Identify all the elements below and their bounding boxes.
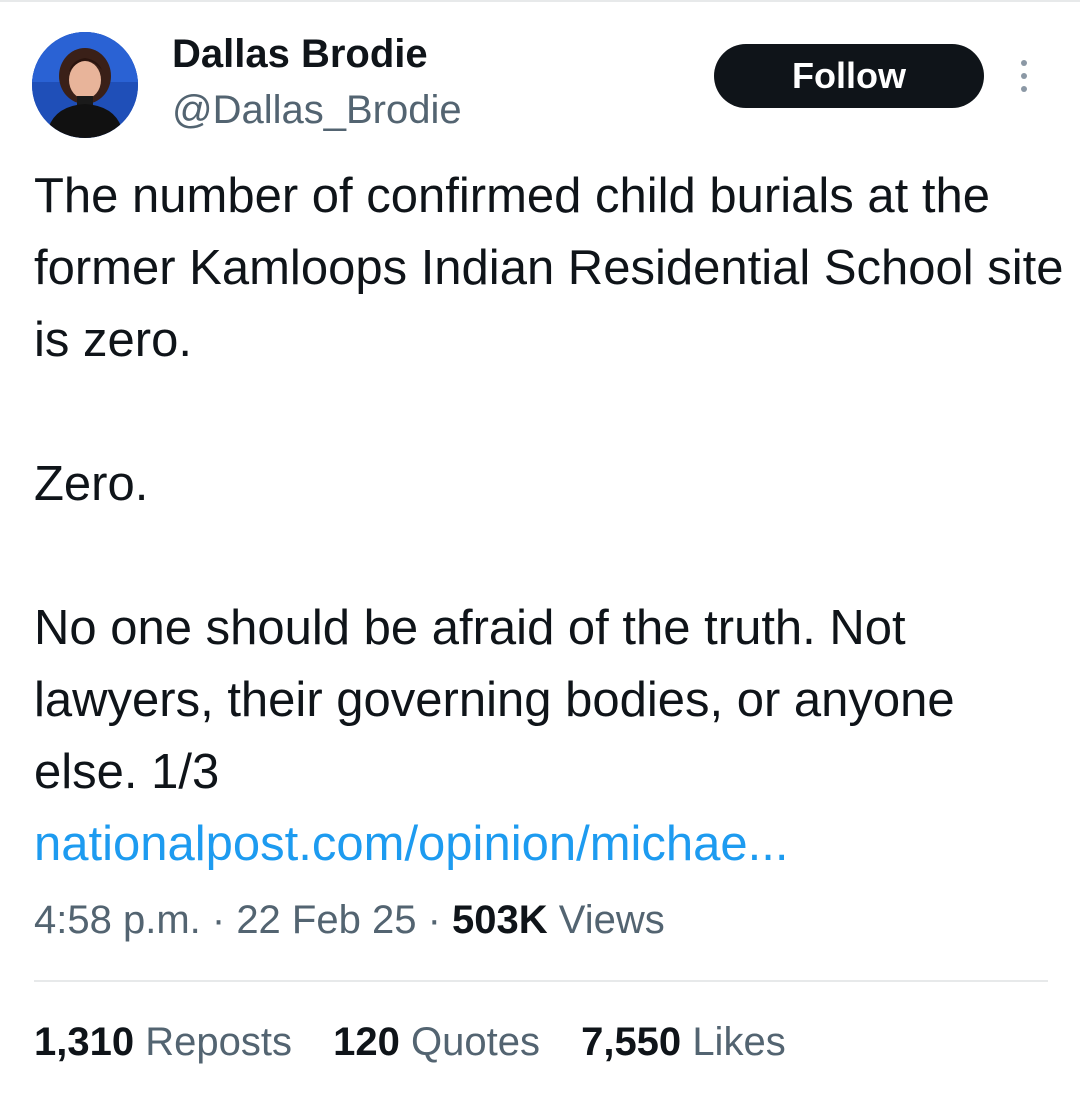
views-count: 503K	[452, 898, 548, 942]
handle[interactable]: @Dallas_Brodie	[172, 86, 462, 134]
tweet-paragraph: Zero.	[34, 457, 149, 511]
views-label: Views	[558, 898, 665, 942]
reposts-count: 1,310	[34, 1020, 135, 1064]
engagement-stats: 1,310 Reposts 120 Quotes 7,550 Likes	[34, 1012, 816, 1072]
tweet-date[interactable]: 22 Feb 25	[236, 898, 416, 942]
divider	[34, 980, 1048, 982]
likes-stat[interactable]: 7,550 Likes	[581, 1012, 786, 1072]
tweet-time[interactable]: 4:58 p.m.	[34, 898, 201, 942]
article-link[interactable]: nationalpost.com/opinion/michae...	[34, 808, 1064, 880]
top-border	[0, 0, 1080, 2]
follow-button[interactable]: Follow	[714, 44, 984, 108]
display-name[interactable]: Dallas Brodie	[172, 30, 428, 78]
quotes-label: Quotes	[410, 1020, 540, 1064]
reposts-label: Reposts	[145, 1020, 292, 1064]
tweet-paragraph: The number of confirmed child burials at…	[34, 169, 1064, 367]
meta-separator: ·	[416, 898, 452, 942]
more-vertical-icon[interactable]	[1012, 58, 1036, 94]
likes-count: 7,550	[581, 1020, 682, 1064]
tweet-text: The number of confirmed child burials at…	[34, 160, 1064, 880]
meta-separator: ·	[200, 898, 237, 942]
profile-photo	[32, 32, 138, 138]
quotes-count: 120	[333, 1020, 400, 1064]
likes-label: Likes	[692, 1020, 786, 1064]
avatar[interactable]	[32, 32, 138, 138]
reposts-stat[interactable]: 1,310 Reposts	[34, 1012, 292, 1072]
tweet-paragraph: No one should be afraid of the truth. No…	[34, 601, 955, 799]
tweet-meta: 4:58 p.m. · 22 Feb 25 · 503K Views	[34, 890, 665, 950]
quotes-stat[interactable]: 120 Quotes	[333, 1012, 540, 1072]
